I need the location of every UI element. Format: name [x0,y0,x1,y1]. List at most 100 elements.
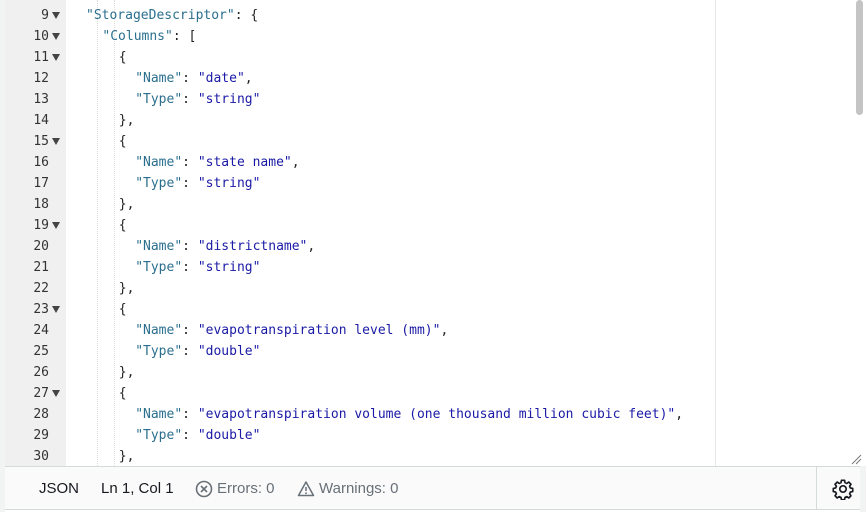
code-line: }, [119,362,135,383]
json-punctuation: : [182,176,198,191]
json-string: "string" [197,260,261,275]
code-line: "Type": "double" [135,425,260,446]
json-punctuation: : [182,92,198,107]
gutter-line: 10 [5,26,66,47]
json-punctuation: , [440,323,449,338]
code-line: "StorageDescriptor": { [86,5,258,26]
gutter-line: 14 [5,110,66,131]
print-margin-line [715,0,716,466]
code-line: "Name": "districtname", [135,236,315,257]
gutter-line: 9 [5,5,66,26]
json-key: "Type" [135,428,183,443]
triangle-down-icon[interactable] [52,222,60,229]
line-number: 25 [33,344,49,359]
json-punctuation: }, [118,113,135,128]
page-right-edge [860,466,866,512]
gutter-line: 24 [5,320,66,341]
warnings-indicator[interactable]: Warnings: 0 [297,479,398,499]
gutter-line: 21 [5,257,66,278]
code-line: "Name": "date", [135,68,252,89]
json-punctuation: : [ [172,29,197,44]
json-punctuation: : { [234,8,259,23]
code-editor[interactable]: 9 10 11 12 13 14 15 16 17 18 19 20 21 22 23 24 25 26 27 28 2… [5,0,866,466]
code-line: }, [119,194,135,215]
gear-icon[interactable] [832,478,854,501]
indent-guide [97,0,98,466]
gutter-line: 18 [5,194,66,215]
scrollbar-thumb[interactable] [856,0,863,115]
gutter-line: 29 [5,425,66,446]
json-key: "StorageDescriptor" [86,8,235,23]
code-line: { [119,299,127,320]
triangle-down-icon[interactable] [52,390,60,397]
gutter-line: 16 [5,152,66,173]
line-number: 18 [33,197,49,212]
status-divider [816,467,817,509]
gutter-line: 20 [5,236,66,257]
json-punctuation: { [118,50,127,65]
json-punctuation: }, [118,365,135,380]
code-content[interactable]: "StorageDescriptor": {"Columns": [{"Name… [66,0,716,466]
line-number: 16 [33,155,49,170]
json-string: "string" [197,92,261,107]
gutter-line: 22 [5,278,66,299]
errors-indicator[interactable]: Errors: 0 [195,479,275,499]
line-number: 10 [33,29,49,44]
code-line: "Type": "double" [135,341,260,362]
triangle-down-icon[interactable] [52,12,60,19]
line-number: 24 [33,323,49,338]
errors-label: Errors: 0 [217,480,275,497]
json-punctuation: : [182,323,198,338]
code-line: "Name": "evapotranspiration level (mm)", [135,320,448,341]
gutter-line: 26 [5,362,66,383]
code-line: { [119,47,127,68]
json-punctuation: { [118,386,127,401]
json-key: "Type" [135,176,183,191]
code-line: }, [119,278,135,299]
code-line: { [119,383,127,404]
json-key: "Name" [135,71,183,86]
json-punctuation: : [182,344,198,359]
json-string: "string" [197,176,261,191]
json-string: "districtname" [197,239,308,254]
triangle-down-icon[interactable] [52,306,60,313]
x-circle-icon [195,480,213,498]
json-string: "evapotranspiration volume (one thousand… [197,407,676,422]
line-number: 23 [33,302,49,317]
json-key: "Name" [135,239,183,254]
json-punctuation: }, [118,197,135,212]
json-key: "Name" [135,323,183,338]
json-key: "Type" [135,260,183,275]
gutter-line: 27 [5,383,66,404]
json-punctuation: : [182,71,198,86]
json-key: "Name" [135,155,183,170]
json-key: "Type" [135,344,183,359]
line-number: 20 [33,239,49,254]
triangle-down-icon[interactable] [52,33,60,40]
gutter-line: 25 [5,341,66,362]
gutter-line: 23 [5,299,66,320]
gutter-line: 30 [5,446,66,466]
json-key: "Name" [135,407,183,422]
vertical-scrollbar[interactable] [856,0,864,466]
json-string: "double" [197,428,261,443]
code-line: }, [119,446,135,466]
json-punctuation: , [307,239,316,254]
resize-handle-icon[interactable] [850,450,862,465]
line-number-gutter: 9 10 11 12 13 14 15 16 17 18 19 20 21 22 23 24 25 26 27 28 2… [5,0,66,466]
line-number: 26 [33,365,49,380]
line-number: 13 [33,92,49,107]
triangle-down-icon[interactable] [52,138,60,145]
code-line: "Type": "string" [135,173,260,194]
line-number: 9 [41,8,49,23]
status-bar: JSON Ln 1, Col 1 Errors: 0 Warnings: 0 [5,466,860,510]
code-line: { [119,131,127,152]
triangle-down-icon[interactable] [52,54,60,61]
json-string: "double" [197,344,261,359]
language-mode[interactable]: JSON [39,479,79,499]
code-line: "Type": "string" [135,89,260,110]
line-number: 14 [33,113,49,128]
line-number: 30 [33,449,49,464]
code-line: { [119,215,127,236]
line-number: 15 [33,134,49,149]
